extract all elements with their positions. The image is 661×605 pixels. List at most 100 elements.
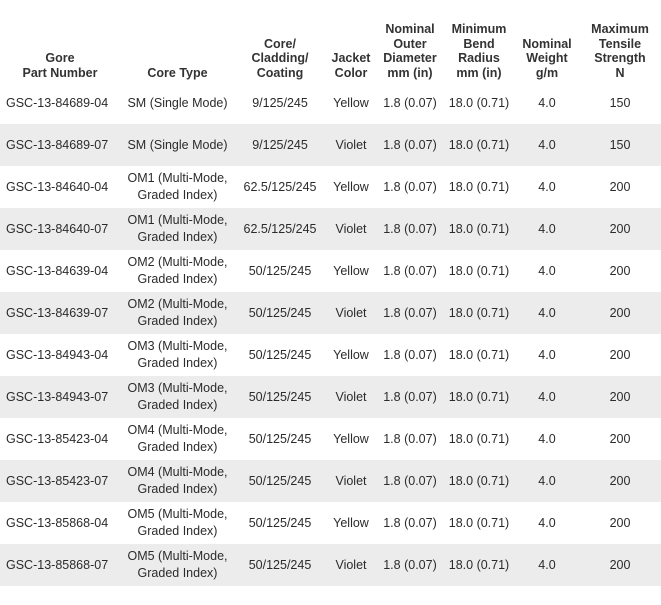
- cell-outer-diameter: 1.8 (0.07): [377, 544, 443, 586]
- header-bend-radius: Minimum Bend Radius mm (in): [443, 18, 515, 82]
- cell-part-number: GSC-13-84640-04: [0, 166, 120, 208]
- cell-outer-diameter: 1.8 (0.07): [377, 166, 443, 208]
- cell-core-type: OM3 (Multi-Mode, Graded Index): [120, 334, 235, 376]
- cell-core-cladding-coating: 50/125/245: [235, 334, 325, 376]
- cell-weight: 4.0: [515, 124, 579, 166]
- table-row: GSC-13-84689-04 SM (Single Mode) 9/125/245…: [0, 82, 661, 124]
- header-line: Strength: [594, 51, 646, 65]
- cell-core-type: OM1 (Multi-Mode, Graded Index): [120, 208, 235, 250]
- table-row: GSC-13-84640-07 OM1 (Multi-Mode, Graded In…: [0, 208, 661, 250]
- header-line: Weight: [526, 51, 568, 65]
- table-row: GSC-13-85868-04 OM5 (Multi-Mode, Graded In…: [0, 502, 661, 544]
- cell-core-type: OM4 (Multi-Mode, Graded Index): [120, 418, 235, 460]
- cell-outer-diameter: 1.8 (0.07): [377, 124, 443, 166]
- cell-part-number: GSC-13-84943-07: [0, 376, 120, 418]
- cell-part-number: GSC-13-84639-07: [0, 292, 120, 334]
- cell-core-cladding-coating: 50/125/245: [235, 418, 325, 460]
- header-weight: Nominal Weight g/m: [515, 18, 579, 82]
- cell-jacket-color: Violet: [325, 460, 377, 502]
- header-line: Core Type: [147, 65, 208, 80]
- cell-bend-radius: 18.0 (0.71): [443, 166, 515, 208]
- cell-core-type: SM (Single Mode): [120, 124, 235, 166]
- cell-outer-diameter: 1.8 (0.07): [377, 334, 443, 376]
- cell-jacket-color: Violet: [325, 208, 377, 250]
- cell-weight: 4.0: [515, 460, 579, 502]
- cell-tensile-strength: 150: [579, 124, 661, 166]
- header-line: Minimum: [451, 22, 507, 36]
- core-type-line: Graded Index): [137, 272, 218, 286]
- cell-bend-radius: 18.0 (0.71): [443, 418, 515, 460]
- cell-jacket-color: Yellow: [325, 502, 377, 544]
- cell-tensile-strength: 200: [579, 166, 661, 208]
- header-line: Maximum: [591, 22, 649, 36]
- cell-jacket-color: Yellow: [325, 166, 377, 208]
- header-line: Part Number: [22, 65, 98, 80]
- cell-bend-radius: 18.0 (0.71): [443, 250, 515, 292]
- table-row: GSC-13-85868-07 OM5 (Multi-Mode, Graded In…: [0, 544, 661, 586]
- header-tensile-strength: Maximum Tensile Strength N: [579, 18, 661, 82]
- header-line: Tensile: [598, 36, 642, 51]
- core-type-line: OM2 (Multi-Mode,: [127, 297, 228, 311]
- cell-outer-diameter: 1.8 (0.07): [377, 82, 443, 124]
- core-type-line: Graded Index): [137, 356, 218, 370]
- cell-tensile-strength: 200: [579, 250, 661, 292]
- cell-part-number: GSC-13-84640-07: [0, 208, 120, 250]
- cell-core-cladding-coating: 62.5/125/245: [235, 208, 325, 250]
- cell-core-cladding-coating: 62.5/125/245: [235, 166, 325, 208]
- table-row: GSC-13-84639-04 OM2 (Multi-Mode, Graded In…: [0, 250, 661, 292]
- header-line: Diameter: [383, 51, 437, 65]
- cell-tensile-strength: 200: [579, 292, 661, 334]
- cell-jacket-color: Violet: [325, 544, 377, 586]
- header-line: Coating: [256, 65, 304, 80]
- cell-bend-radius: 18.0 (0.71): [443, 208, 515, 250]
- cell-weight: 4.0: [515, 82, 579, 124]
- fiber-spec-table: Gore Part Number Core Type Core/Cladding/Co…: [0, 18, 661, 586]
- cell-core-type: OM3 (Multi-Mode, Graded Index): [120, 376, 235, 418]
- table-row: GSC-13-84640-04 OM1 (Multi-Mode, Graded In…: [0, 166, 661, 208]
- cell-weight: 4.0: [515, 544, 579, 586]
- header-line: mm (in): [456, 65, 502, 80]
- core-type-line: OM4 (Multi-Mode,: [127, 423, 228, 437]
- header-part-number: Gore Part Number: [0, 18, 120, 82]
- table-row: GSC-13-84943-07 OM3 (Multi-Mode, Graded In…: [0, 376, 661, 418]
- cell-tensile-strength: 200: [579, 376, 661, 418]
- core-type-line: SM (Single Mode): [127, 137, 228, 152]
- spec-table-container: Gore Part Number Core Type Core/Cladding/Co…: [0, 0, 661, 605]
- cell-core-cladding-coating: 50/125/245: [235, 502, 325, 544]
- core-type-line: SM (Single Mode): [127, 95, 228, 110]
- cell-weight: 4.0: [515, 502, 579, 544]
- header-line: g/m: [535, 65, 559, 80]
- table-row: GSC-13-85423-07 OM4 (Multi-Mode, Graded In…: [0, 460, 661, 502]
- header-line: Color: [334, 65, 368, 80]
- cell-part-number: GSC-13-85423-07: [0, 460, 120, 502]
- cell-jacket-color: Yellow: [325, 334, 377, 376]
- cell-tensile-strength: 200: [579, 418, 661, 460]
- cell-tensile-strength: 200: [579, 334, 661, 376]
- cell-bend-radius: 18.0 (0.71): [443, 292, 515, 334]
- cell-outer-diameter: 1.8 (0.07): [377, 502, 443, 544]
- core-type-line: OM3 (Multi-Mode,: [127, 339, 228, 353]
- cell-tensile-strength: 150: [579, 82, 661, 124]
- cell-jacket-color: Yellow: [325, 418, 377, 460]
- header-line: Gore: [45, 51, 75, 65]
- core-type-line: OM3 (Multi-Mode,: [127, 381, 228, 395]
- header-line: Nominal: [522, 36, 572, 51]
- core-type-line: OM5 (Multi-Mode,: [127, 507, 228, 521]
- header-line: Bend: [463, 36, 495, 51]
- core-type-line: OM4 (Multi-Mode,: [127, 465, 228, 479]
- core-type-line: Graded Index): [137, 188, 218, 202]
- header-core-cladding-coating: Core/Cladding/Coating: [235, 18, 325, 82]
- cell-core-cladding-coating: 9/125/245: [235, 82, 325, 124]
- core-type-line: Graded Index): [137, 230, 218, 244]
- cell-outer-diameter: 1.8 (0.07): [377, 250, 443, 292]
- cell-bend-radius: 18.0 (0.71): [443, 376, 515, 418]
- cell-part-number: GSC-13-85868-07: [0, 544, 120, 586]
- header-outer-diameter: Nominal Outer Diameter mm (in): [377, 18, 443, 82]
- cell-jacket-color: Violet: [325, 376, 377, 418]
- cell-bend-radius: 18.0 (0.71): [443, 460, 515, 502]
- header-line: Outer: [393, 36, 427, 51]
- cell-jacket-color: Yellow: [325, 250, 377, 292]
- cell-outer-diameter: 1.8 (0.07): [377, 376, 443, 418]
- cell-core-type: SM (Single Mode): [120, 82, 235, 124]
- cell-part-number: GSC-13-84943-04: [0, 334, 120, 376]
